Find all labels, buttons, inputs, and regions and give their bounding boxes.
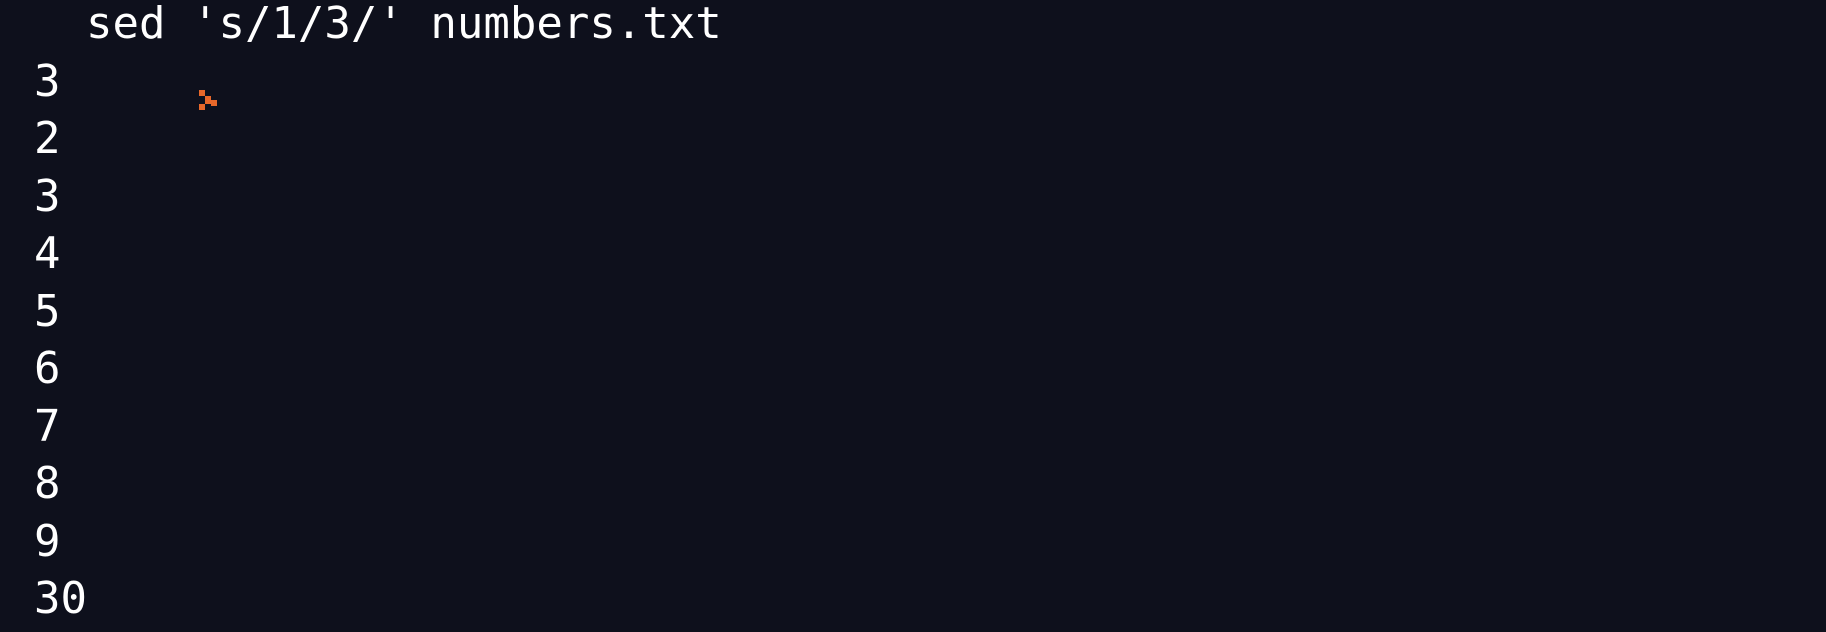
command-text: sed 's/1/3/' numbers.txt <box>86 0 722 49</box>
output-line: 8 <box>34 458 61 509</box>
output-line: 3 <box>34 170 61 222</box>
output-line: 7 <box>34 400 61 452</box>
output-line: 6 <box>34 343 61 394</box>
output-line: 5 <box>34 285 61 337</box>
terminal-window[interactable]: sed 's/1/3/' numbers.txt 3 2 3 4 5 6 7 8… <box>0 0 1826 627</box>
output-line: 4 <box>34 228 61 279</box>
command-line: sed 's/1/3/' numbers.txt <box>34 0 1826 111</box>
output-line: 9 <box>34 515 61 567</box>
output-line: 3 <box>34 55 61 107</box>
output-line: 30 <box>34 573 87 624</box>
prompt-arrow-icon <box>38 12 217 111</box>
output-line: 2 <box>34 113 61 164</box>
